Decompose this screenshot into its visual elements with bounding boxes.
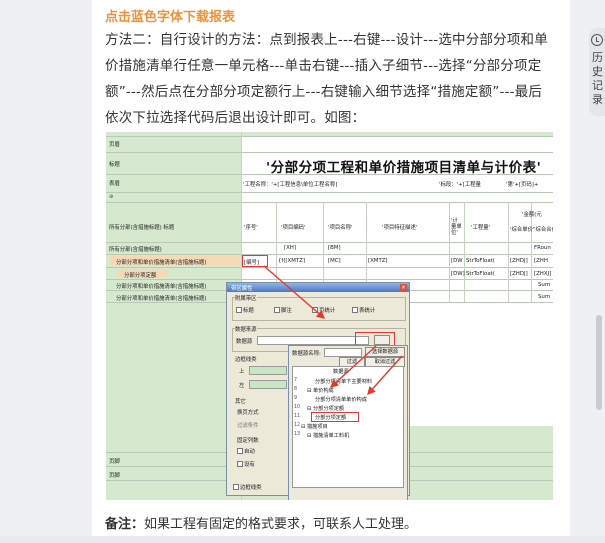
download-link[interactable]: 点击蓝色字体下载报表 bbox=[105, 6, 235, 25]
bottom-bar bbox=[0, 536, 605, 543]
history-tab[interactable]: 历史记录 bbox=[589, 28, 605, 116]
note-line: 备注：如果工程有固定的格式要求，可联系人工处理。 bbox=[105, 513, 417, 532]
note-text: 如果工程有固定的格式要求，可联系人工处理。 bbox=[144, 517, 418, 532]
annotation-arrows bbox=[263, 265, 403, 396]
history-label: 历史记录 bbox=[592, 51, 603, 106]
scrollbar-thumb[interactable] bbox=[596, 315, 602, 410]
report-design-screenshot: 页眉 标题 表眉 ⊕ 所有分部(含措施标题) 标题 所有分部(含措施标题) 分部… bbox=[106, 132, 553, 500]
history-icon bbox=[591, 34, 603, 46]
method-paragraph: 方法二：自行设计的方法：点到报表上---右键---设计---选中分部分项和单价措… bbox=[105, 32, 548, 126]
note-label: 备注： bbox=[105, 517, 145, 532]
